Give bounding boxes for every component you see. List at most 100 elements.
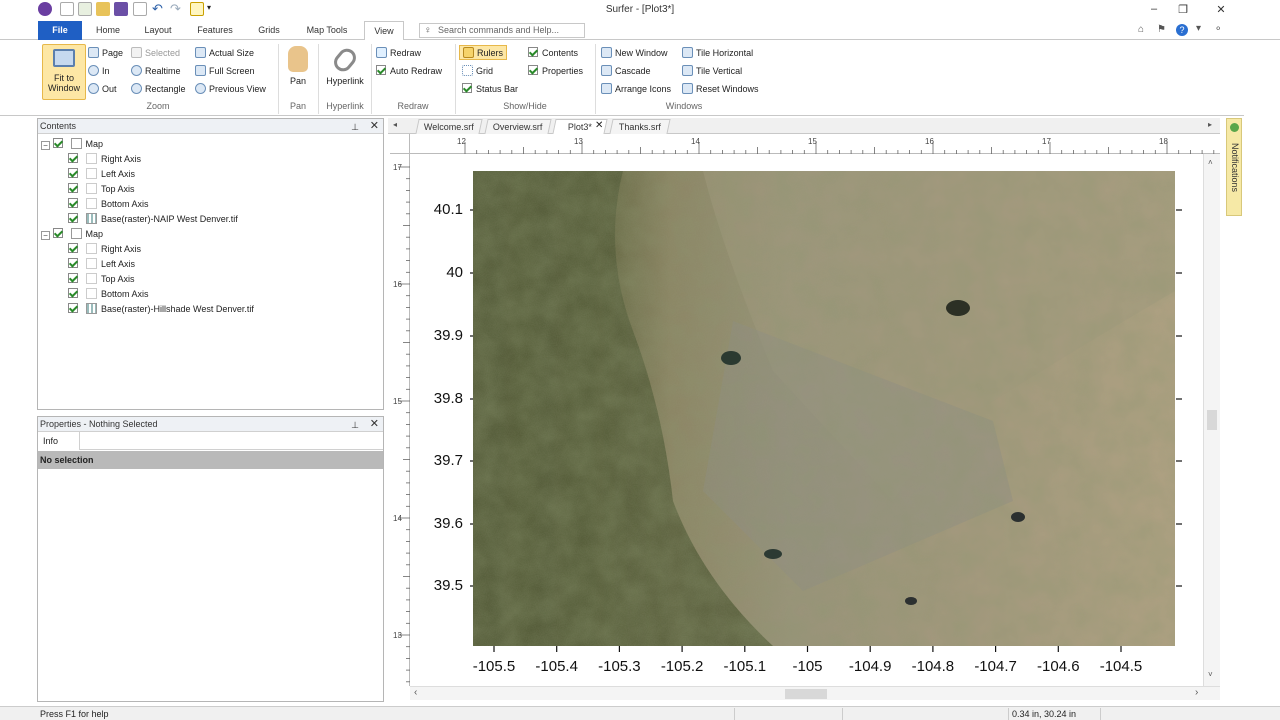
new-window-button[interactable]: New Window — [601, 47, 668, 58]
visibility-checkbox[interactable] — [68, 258, 78, 268]
tree-map-node[interactable]: − Map — [38, 227, 383, 242]
horizontal-scrollbar[interactable]: ‹ › — [410, 686, 1220, 700]
zoom-selected-button[interactable]: Selected — [131, 47, 180, 58]
full-screen-button[interactable]: Full Screen — [195, 65, 255, 76]
visibility-checkbox[interactable] — [68, 303, 78, 313]
contents-panel: Contents ⊥ ✕ − Map Right Axis Left Axis Top… — [37, 118, 384, 410]
tab-scroll-right-icon[interactable]: ▸ — [1208, 120, 1212, 129]
tree-layer-label: Right Axis — [101, 154, 142, 164]
tree-layer-label: Top Axis — [101, 184, 135, 194]
tile-vertical-button[interactable]: Tile Vertical — [682, 65, 742, 76]
pan-button[interactable]: Pan — [283, 44, 313, 96]
redraw-button[interactable]: Redraw — [376, 47, 421, 58]
visibility-checkbox[interactable] — [68, 288, 78, 298]
visibility-checkbox[interactable] — [68, 153, 78, 163]
tree-layer-node[interactable]: Bottom Axis — [38, 197, 383, 212]
scroll-down-icon[interactable]: ˅ — [1208, 670, 1213, 679]
tab-map-tools[interactable]: Map Tools — [298, 21, 356, 40]
tab-features[interactable]: Features — [190, 21, 240, 40]
tab-layout[interactable]: Layout — [136, 21, 180, 40]
contents-checkbox[interactable]: Contents — [528, 47, 578, 58]
fit-to-window-button[interactable]: Fit to Window — [42, 44, 86, 100]
tab-info[interactable]: Info — [38, 432, 80, 450]
tree-layer-node[interactable]: Right Axis — [38, 152, 383, 167]
collapse-icon[interactable]: − — [41, 231, 50, 240]
ribbon-collapse-icon[interactable]: ▾ — [1196, 23, 1201, 34]
vertical-ruler[interactable]: 17 16 15 14 13 — [390, 154, 410, 686]
reset-windows-button[interactable]: Reset Windows — [682, 83, 759, 94]
tree-layer-node[interactable]: Left Axis — [38, 167, 383, 182]
properties-checkbox[interactable]: Properties — [528, 65, 583, 76]
hyperlink-button[interactable]: Hyperlink — [322, 44, 368, 96]
tree-layer-node[interactable]: Base(raster)-NAIP West Denver.tif — [38, 212, 383, 227]
zoom-rectangle-button[interactable]: Rectangle — [131, 83, 186, 94]
tab-welcome[interactable]: Welcome.srf — [415, 119, 483, 134]
visibility-checkbox[interactable] — [68, 243, 78, 253]
auto-redraw-checkbox[interactable]: Auto Redraw — [376, 65, 442, 76]
zoom-in-button[interactable]: In — [88, 65, 110, 76]
tab-thanks[interactable]: Thanks.srf — [609, 119, 671, 134]
tree-layer-node[interactable]: Bottom Axis — [38, 287, 383, 302]
actual-size-button[interactable]: Actual Size — [195, 47, 254, 58]
help-icon[interactable]: ? — [1176, 24, 1188, 36]
scrollbar-thumb[interactable] — [785, 689, 827, 699]
visibility-checkbox[interactable] — [68, 213, 78, 223]
tree-map-node[interactable]: − Map — [38, 137, 383, 152]
tab-view[interactable]: View — [364, 21, 404, 41]
tree-layer-node[interactable]: Top Axis — [38, 182, 383, 197]
close-icon[interactable]: ✕ — [370, 417, 379, 431]
visibility-checkbox[interactable] — [68, 198, 78, 208]
axis-icon — [86, 168, 97, 179]
home-icon[interactable]: ⌂ — [1138, 24, 1144, 35]
zoom-page-button[interactable]: Page — [88, 47, 123, 58]
arrange-icons-button[interactable]: Arrange Icons — [601, 83, 671, 94]
flag-icon[interactable]: ⚑ — [1157, 24, 1166, 35]
tab-home[interactable]: Home — [88, 21, 128, 40]
tree-layer-node[interactable]: Left Axis — [38, 257, 383, 272]
pin-icon[interactable]: ⊥ — [351, 418, 359, 432]
horizontal-ruler[interactable]: 12 13 14 15 16 17 18 — [410, 134, 1220, 154]
y-tick-label: 40 — [446, 264, 463, 281]
tab-overview[interactable]: Overview.srf — [484, 119, 552, 134]
vertical-scrollbar[interactable]: ˄ ˅ — [1203, 154, 1220, 686]
checkbox-icon — [528, 47, 538, 57]
visibility-checkbox[interactable] — [52, 138, 63, 148]
tree-map-label: Map — [85, 139, 104, 149]
status-bar-checkbox[interactable]: Status Bar — [462, 83, 518, 94]
visibility-checkbox[interactable] — [68, 183, 78, 193]
zoom-rectangle-icon — [131, 83, 142, 94]
tree-layer-node[interactable]: Top Axis — [38, 272, 383, 287]
visibility-checkbox[interactable] — [68, 273, 78, 283]
tab-grids[interactable]: Grids — [250, 21, 288, 40]
notifications-panel-toggle[interactable]: Notifications — [1226, 118, 1242, 216]
close-icon[interactable]: ✕ — [1211, 3, 1231, 16]
scroll-left-icon[interactable]: ‹ — [414, 687, 417, 698]
zoom-realtime-button[interactable]: Realtime — [131, 65, 181, 76]
tile-horizontal-button[interactable]: Tile Horizontal — [682, 47, 753, 58]
minimize-icon[interactable]: – — [1144, 3, 1164, 15]
restore-icon[interactable]: ❐ — [1173, 3, 1193, 16]
ruler-label: 15 — [393, 397, 402, 406]
visibility-checkbox[interactable] — [52, 228, 63, 238]
x-tick-label: -105.2 — [660, 658, 704, 675]
previous-view-button[interactable]: Previous View — [195, 83, 266, 94]
rulers-toggle[interactable]: Rulers — [459, 45, 508, 60]
pin-icon[interactable]: ⊥ — [351, 120, 359, 134]
grid-toggle[interactable]: Grid — [462, 65, 493, 76]
tab-scroll-left-icon[interactable]: ◂ — [393, 120, 397, 129]
ribbon-options-icon[interactable]: ⚬ — [1214, 24, 1222, 35]
close-tab-icon[interactable]: ✕ — [595, 120, 603, 131]
cascade-button[interactable]: Cascade — [601, 65, 651, 76]
zoom-out-button[interactable]: Out — [88, 83, 117, 94]
tab-file[interactable]: File — [38, 21, 82, 40]
close-icon[interactable]: ✕ — [370, 119, 379, 133]
visibility-checkbox[interactable] — [68, 168, 78, 178]
scroll-up-icon[interactable]: ˄ — [1208, 158, 1213, 167]
tree-layer-node[interactable]: Right Axis — [38, 242, 383, 257]
search-input[interactable]: ♀ Search commands and Help... — [419, 23, 585, 38]
scrollbar-thumb[interactable] — [1207, 410, 1217, 430]
group-label-redraw: Redraw — [397, 101, 429, 111]
tree-layer-node[interactable]: Base(raster)-Hillshade West Denver.tif — [38, 302, 383, 317]
scroll-right-icon[interactable]: › — [1195, 687, 1198, 698]
collapse-icon[interactable]: − — [41, 141, 50, 150]
